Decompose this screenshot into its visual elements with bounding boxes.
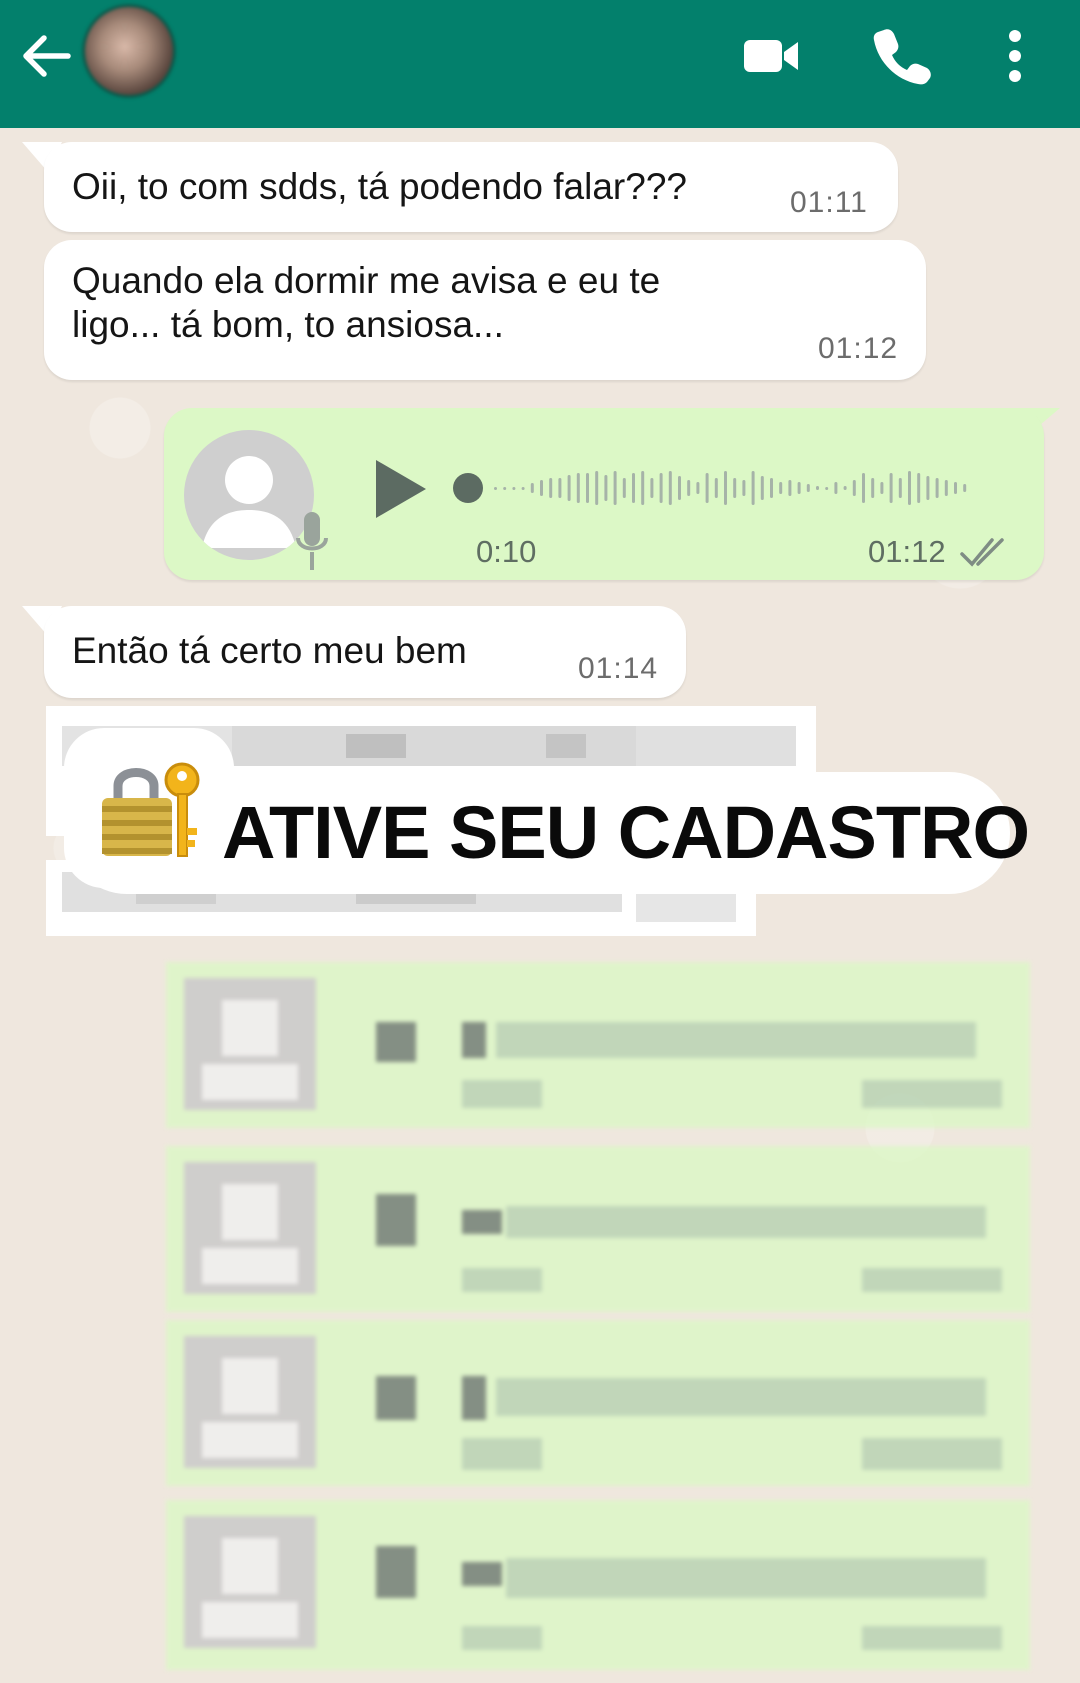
waveform-bar	[797, 482, 801, 494]
message-time: 01:12	[868, 534, 946, 569]
message-text-line: ligo... tá bom, to ansiosa...	[72, 304, 504, 345]
waveform-bar	[549, 478, 553, 498]
message-text: Então tá certo meu bem	[72, 630, 467, 671]
waveform-bar	[898, 478, 902, 498]
waveform-bar	[843, 486, 847, 490]
waveform-bar	[650, 478, 654, 498]
waveform-bar	[779, 482, 783, 494]
chat-header	[0, 0, 1080, 128]
waveform-bar	[880, 482, 884, 494]
waveform-bar	[622, 478, 626, 498]
waveform-bar	[770, 478, 773, 498]
waveform-bar	[954, 482, 957, 494]
video-camera-icon[interactable]	[740, 24, 804, 88]
waveform-bar	[530, 483, 534, 493]
microphone-icon	[296, 512, 328, 570]
promo-text[interactable]: ATIVE SEU CADASTRO	[222, 780, 1030, 886]
waveform-bar	[963, 484, 967, 492]
waveform-bar	[871, 478, 875, 498]
pixelated-voice-message	[166, 1320, 1030, 1486]
message-bubble-incoming[interactable]: Oii, to com sdds, tá podendo falar??? 01…	[44, 142, 898, 232]
pixelated-voice-message	[166, 1146, 1030, 1312]
message-bubble-incoming[interactable]: Então tá certo meu bem 01:14	[44, 606, 686, 698]
phone-icon[interactable]	[870, 24, 934, 88]
waveform-bar	[567, 475, 571, 501]
waveform-bar	[604, 475, 608, 501]
waveform-bar	[825, 487, 829, 490]
lock-with-key-icon	[102, 762, 200, 857]
waveform-bar	[576, 473, 580, 503]
waveform-progress-dot	[453, 473, 483, 503]
waveform-bar	[944, 480, 948, 496]
message-time: 01:14	[578, 652, 659, 685]
waveform-bar	[733, 478, 737, 498]
double-check-icon	[960, 538, 1004, 567]
pixelated-voice-message	[166, 962, 1030, 1128]
contact-avatar[interactable]	[82, 4, 176, 98]
waveform-bar	[512, 487, 516, 490]
waveform-bar	[724, 471, 727, 505]
waveform-bar	[696, 482, 700, 494]
waveform-bar	[659, 473, 663, 503]
waveform-bar	[558, 478, 562, 498]
waveform-bar	[788, 480, 792, 496]
waveform-bar	[503, 487, 507, 490]
waveform-bar	[862, 473, 865, 503]
waveform-bar	[641, 471, 645, 505]
message-time: 01:12	[818, 332, 899, 365]
voice-duration: 0:10	[476, 534, 537, 569]
waveform-bar	[834, 482, 838, 494]
waveform-bar	[935, 478, 939, 498]
waveform-bar	[816, 486, 819, 490]
waveform-bar	[586, 473, 589, 503]
waveform-bar	[705, 473, 709, 503]
message-text: Oii, to com sdds, tá podendo falar???	[72, 166, 687, 207]
waveform-bar	[714, 478, 718, 498]
waveform-bar	[668, 471, 672, 505]
waveform-bar	[926, 476, 930, 500]
waveform-bar	[742, 480, 746, 496]
waveform-bar	[687, 480, 691, 496]
waveform-bar	[632, 473, 635, 503]
waveform-bar	[494, 487, 497, 490]
waveform-bar	[760, 476, 764, 500]
pixelated-voice-message	[166, 1500, 1030, 1670]
message-bubble-incoming[interactable]: Quando ela dormir me avisa e eu te ligo.…	[44, 240, 926, 380]
waveform-bar	[540, 480, 543, 496]
waveform-bar	[678, 476, 681, 500]
message-time: 01:11	[790, 186, 868, 219]
more-vertical-icon[interactable]	[990, 24, 1040, 88]
play-icon[interactable]	[370, 456, 430, 522]
waveform-bar	[751, 471, 755, 505]
message-text-line: Quando ela dormir me avisa e eu te	[72, 260, 661, 301]
waveform-bar	[917, 473, 921, 503]
voice-message-bubble[interactable]: 0:10 01:12	[164, 408, 1044, 580]
waveform-bar	[521, 487, 525, 490]
waveform-bar	[806, 484, 810, 492]
waveform-bar	[613, 471, 617, 505]
waveform-bar	[908, 471, 911, 505]
arrow-left-icon[interactable]	[18, 28, 74, 84]
waveform-bar	[595, 471, 599, 505]
waveform-bar	[852, 480, 856, 496]
audio-waveform[interactable]	[452, 448, 992, 528]
waveform-bar	[889, 473, 893, 503]
